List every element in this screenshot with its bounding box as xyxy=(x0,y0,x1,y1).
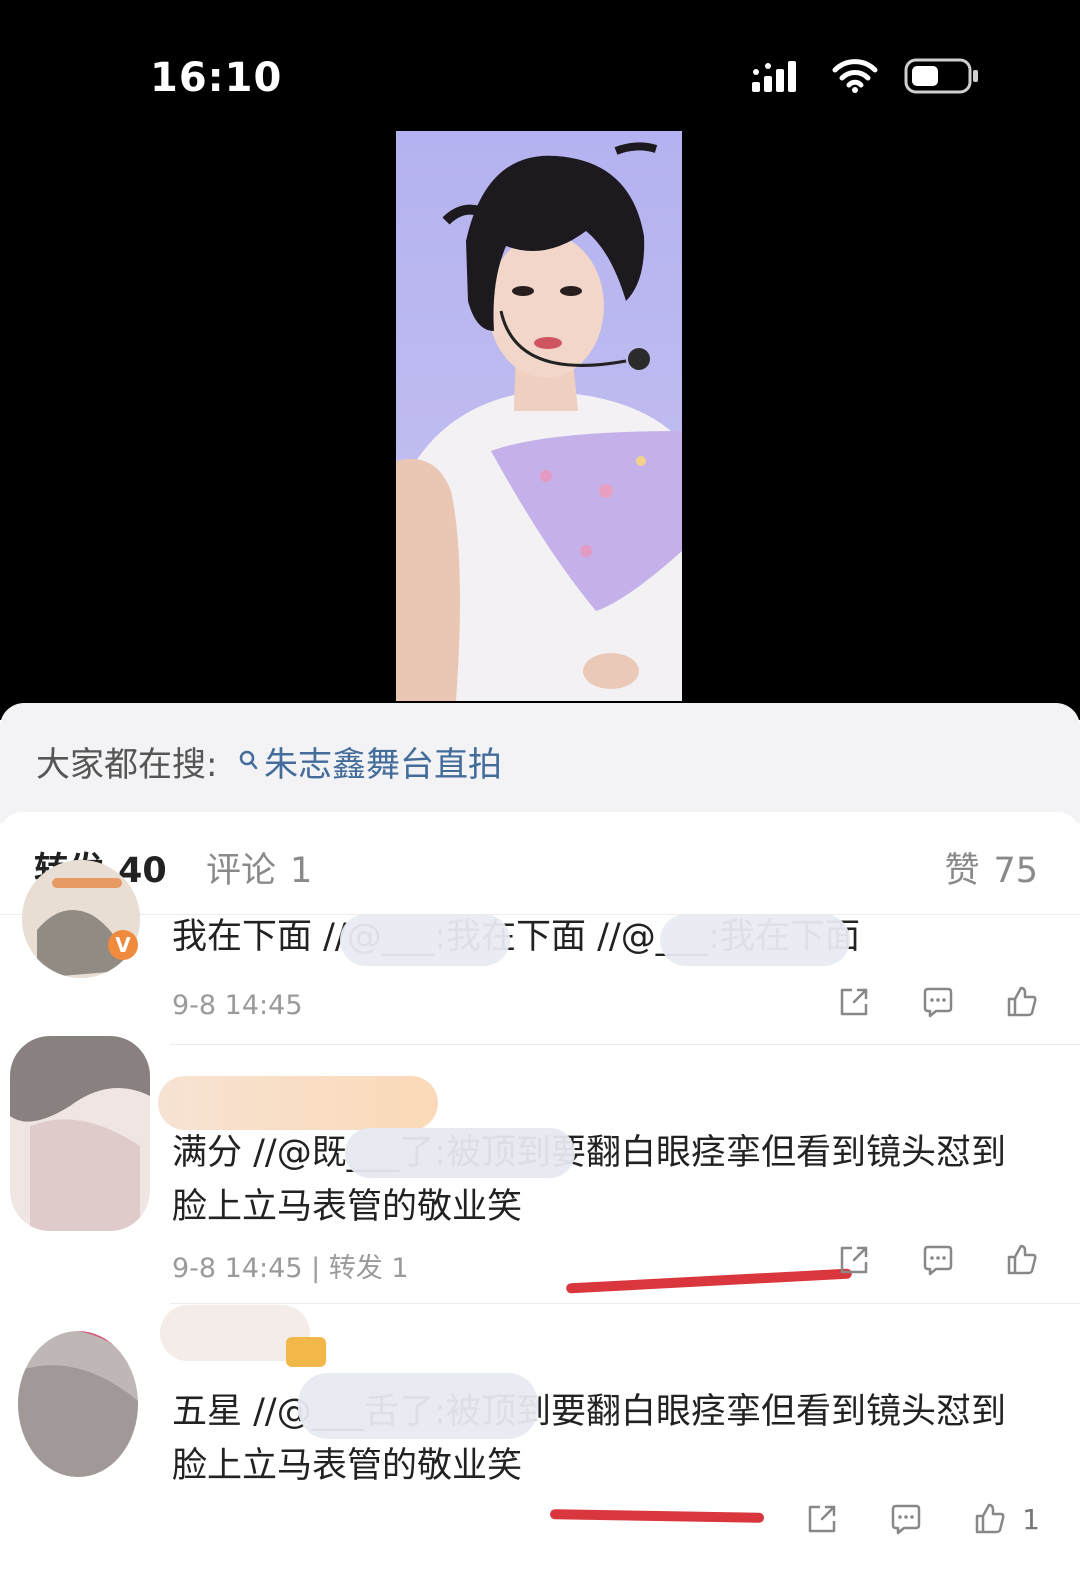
battery-icon xyxy=(904,58,980,98)
share-icon xyxy=(840,988,868,1016)
screen: 16:10 大家都在搜: 朱志鑫舞台直拍 40 评论 1 赞 75 V 我在下面… xyxy=(0,0,1080,1576)
thumbs-up-icon xyxy=(1007,986,1037,1017)
search-suggestion-label: 大家都在搜: xyxy=(36,745,218,785)
avatar[interactable] xyxy=(18,1331,138,1477)
red-underline-annotation xyxy=(549,1509,765,1523)
member-badge-icon xyxy=(286,1337,326,1367)
list-item: V 我在下面 //@___:我在下面 //@___:我在下面 9-8 14:45 xyxy=(0,860,1080,1046)
item-time: 9-8 14:45 xyxy=(172,1253,303,1284)
thumbs-up-icon xyxy=(975,1503,1005,1534)
item-repost-count[interactable]: | 转发 1 xyxy=(311,1253,408,1284)
comment-icon xyxy=(923,987,953,1018)
cellular-signal-icon xyxy=(752,58,806,98)
comment-button[interactable] xyxy=(888,1501,924,1537)
video-area: 16:10 xyxy=(0,0,1080,720)
status-icons xyxy=(752,58,980,98)
comment-icon xyxy=(891,1504,921,1535)
share-icon xyxy=(840,1246,868,1274)
search-query: 朱志鑫舞台直拍 xyxy=(264,745,502,785)
list-item: 满分 //@既___了:被顶到要翻白眼痉挛但看到镜头怼到脸上立马表管的敬业笑 9… xyxy=(0,1036,1080,1304)
avatar[interactable] xyxy=(22,860,140,978)
redacted-mention xyxy=(340,914,510,966)
search-suggestion-bar: 大家都在搜: 朱志鑫舞台直拍 xyxy=(0,703,1080,823)
redacted-mention xyxy=(298,1373,538,1439)
comment-button[interactable] xyxy=(920,984,956,1020)
comment-icon xyxy=(923,1245,953,1276)
repost-button[interactable] xyxy=(836,984,872,1020)
video-thumbnail[interactable] xyxy=(396,131,682,701)
avatar[interactable] xyxy=(10,1036,150,1231)
item-time-repost: 9-8 14:45 | 转发 1 xyxy=(172,1246,409,1285)
like-button[interactable] xyxy=(1004,1242,1040,1278)
divider xyxy=(170,1303,1080,1304)
status-time: 16:10 xyxy=(150,55,283,101)
thumbs-up-icon xyxy=(1007,1244,1037,1275)
like-count: 1 xyxy=(1022,1502,1040,1536)
search-icon xyxy=(239,750,258,769)
item-actions: 1 xyxy=(756,1501,1040,1537)
item-text: 我在下面 //@___:我在下面 //@___:我在下面 xyxy=(172,917,861,957)
list-item: 五星 //@___舌了:被顶到要翻白眼痉挛但看到镜头怼到脸上立马表管的敬业笑 1 xyxy=(0,1305,1080,1576)
like-button[interactable] xyxy=(1004,984,1040,1020)
redacted-username[interactable] xyxy=(158,1076,438,1130)
performer-image xyxy=(396,131,682,701)
item-text: 满分 //@既___了:被顶到要翻白眼痉挛但看到镜头怼到脸上立马表管的敬业笑 xyxy=(172,1133,1007,1227)
item-actions xyxy=(788,984,1040,1020)
comment-button[interactable] xyxy=(920,1242,956,1278)
verified-badge-icon: V xyxy=(108,930,138,960)
divider xyxy=(170,1044,1080,1045)
redacted-mention xyxy=(660,914,850,966)
redacted-mention xyxy=(345,1128,575,1178)
search-suggestion-link[interactable]: 朱志鑫舞台直拍 xyxy=(238,737,502,786)
item-actions xyxy=(788,1242,1040,1278)
wifi-icon xyxy=(832,58,878,98)
like-button[interactable]: 1 xyxy=(972,1501,1040,1537)
item-time: 9-8 14:45 xyxy=(172,990,303,1021)
repost-button[interactable] xyxy=(804,1501,840,1537)
repost-button[interactable] xyxy=(836,1242,872,1278)
share-icon xyxy=(808,1505,836,1533)
